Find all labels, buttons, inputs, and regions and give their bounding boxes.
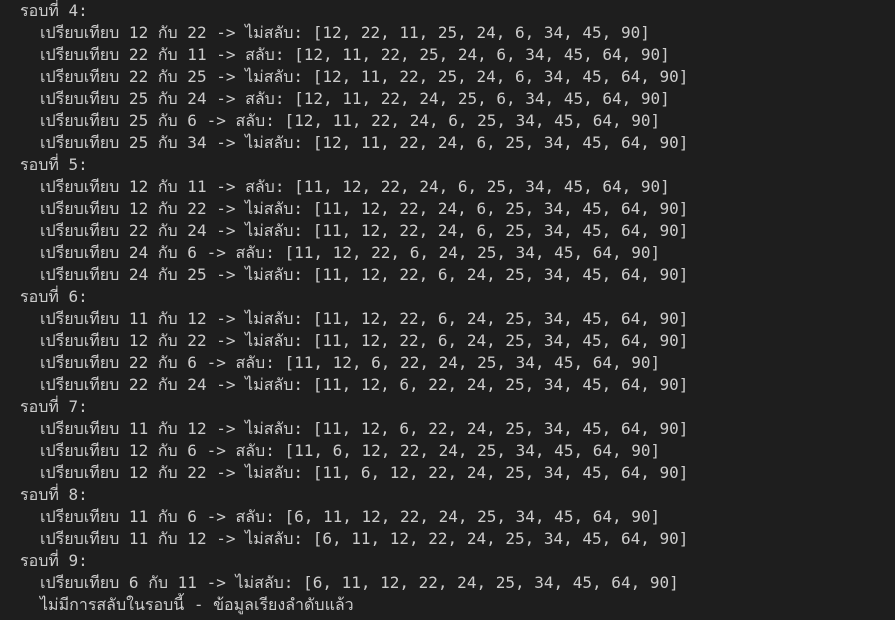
comparison-step-line: เปรียบเทียบ 25 กับ 34 -> ไม่สลับ: [12, 1… — [40, 133, 689, 152]
comparison-step-line: เปรียบเทียบ 12 กับ 11 -> สลับ: [11, 12, … — [40, 177, 670, 196]
comparison-step-line: เปรียบเทียบ 24 กับ 25 -> ไม่สลับ: [11, 1… — [40, 265, 689, 284]
comparison-step-line: เปรียบเทียบ 25 กับ 6 -> สลับ: [12, 11, 2… — [40, 111, 661, 130]
comparison-step-line: เปรียบเทียบ 12 กับ 22 -> ไม่สลับ: [11, 6… — [40, 463, 689, 482]
terminal-output: รอบที่ 4: เปรียบเทียบ 12 กับ 22 -> ไม่สลั… — [0, 0, 895, 620]
round-header-line: รอบที่ 8: — [20, 485, 88, 504]
round-header-line: รอบที่ 9: — [20, 551, 88, 570]
comparison-step-line: เปรียบเทียบ 22 กับ 6 -> สลับ: [11, 12, 6… — [40, 353, 661, 372]
comparison-step-line: เปรียบเทียบ 12 กับ 22 -> ไม่สลับ: [12, 2… — [40, 23, 650, 42]
comparison-step-line: เปรียบเทียบ 11 กับ 6 -> สลับ: [6, 11, 12… — [40, 507, 661, 526]
comparison-step-line: เปรียบเทียบ 25 กับ 24 -> สลับ: [12, 11, … — [40, 89, 670, 108]
comparison-step-line: เปรียบเทียบ 22 กับ 24 -> ไม่สลับ: [11, 1… — [40, 221, 689, 240]
round-header-line: รอบที่ 5: — [20, 155, 88, 174]
comparison-step-line: เปรียบเทียบ 6 กับ 11 -> ไม่สลับ: [6, 11,… — [40, 573, 679, 592]
completion-message-line: ไม่มีการสลับในรอบนี้ - ข้อมูลเรียงลำดับแ… — [40, 595, 354, 614]
comparison-step-line: เปรียบเทียบ 11 กับ 12 -> ไม่สลับ: [6, 11… — [40, 529, 689, 548]
comparison-step-line: เปรียบเทียบ 24 กับ 6 -> สลับ: [11, 12, 2… — [40, 243, 661, 262]
comparison-step-line: เปรียบเทียบ 12 กับ 22 -> ไม่สลับ: [11, 1… — [40, 331, 689, 350]
comparison-step-line: เปรียบเทียบ 22 กับ 24 -> ไม่สลับ: [11, 1… — [40, 375, 689, 394]
comparison-step-line: เปรียบเทียบ 11 กับ 12 -> ไม่สลับ: [11, 1… — [40, 419, 689, 438]
round-header-line: รอบที่ 4: — [20, 1, 88, 20]
round-header-line: รอบที่ 7: — [20, 397, 88, 416]
comparison-step-line: เปรียบเทียบ 22 กับ 25 -> ไม่สลับ: [12, 1… — [40, 67, 689, 86]
comparison-step-line: เปรียบเทียบ 11 กับ 12 -> ไม่สลับ: [11, 1… — [40, 309, 689, 328]
comparison-step-line: เปรียบเทียบ 22 กับ 11 -> สลับ: [12, 11, … — [40, 45, 670, 64]
comparison-step-line: เปรียบเทียบ 12 กับ 22 -> ไม่สลับ: [11, 1… — [40, 199, 689, 218]
round-header-line: รอบที่ 6: — [20, 287, 88, 306]
comparison-step-line: เปรียบเทียบ 12 กับ 6 -> สลับ: [11, 6, 12… — [40, 441, 661, 460]
